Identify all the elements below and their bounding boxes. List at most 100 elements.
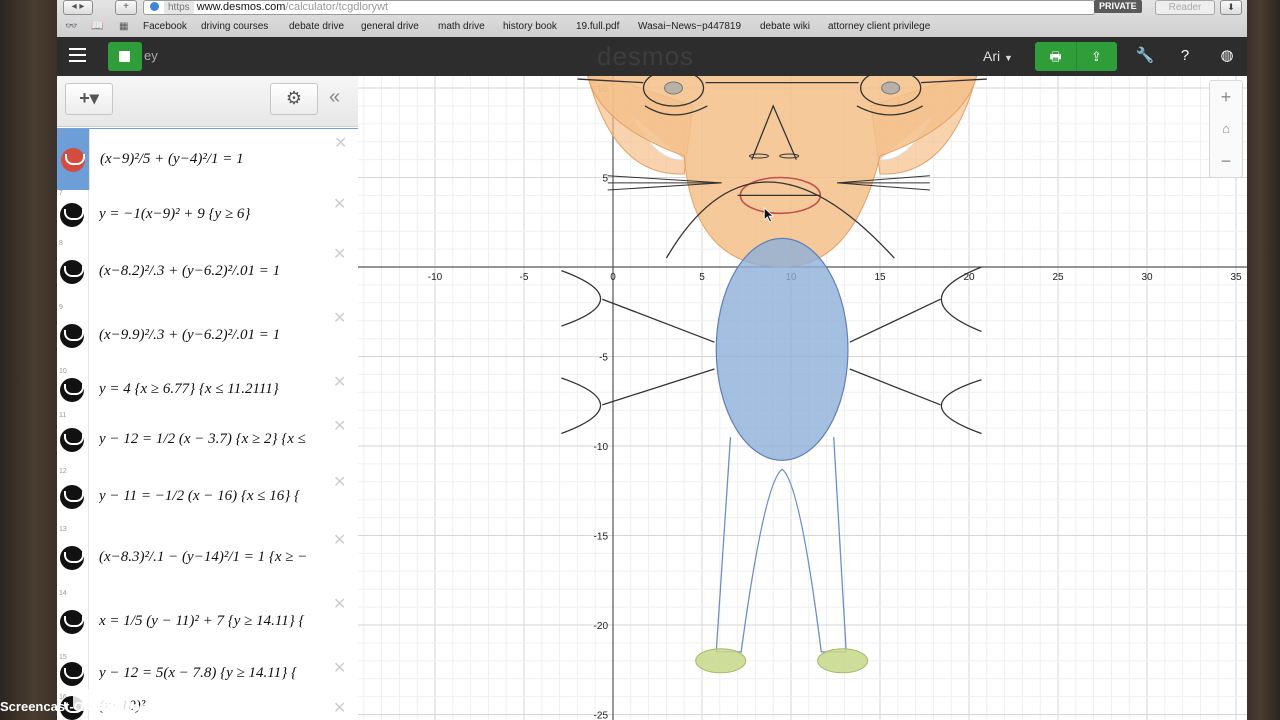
bookmark-general-drive[interactable]: general drive [361,17,419,36]
expression-row[interactable]: 8 (x−8.2)²/.3 + (y−6.2)²/.01 = 1 ✕ [57,240,358,305]
bookmark-driving-courses[interactable]: driving courses [201,17,268,36]
delete-expression-icon[interactable]: ✕ [334,133,347,153]
gear-icon[interactable]: ⚙ [270,83,318,115]
bookmark-history-book[interactable]: history book [503,17,557,36]
globe-icon[interactable]: ◍ [1217,46,1237,66]
new-tab-button[interactable]: + [115,0,137,15]
expression-number: 9 [59,304,63,311]
y-tick-label: -10 [594,442,609,453]
graph-canvas[interactable]: -10-505101520253035105-5-10-15-20-25 [358,76,1247,720]
expression-input[interactable]: (x−8.2)²/.3 + (y−6.2)²/.01 = 1 [99,263,329,280]
graph-paper[interactable]: -10-505101520253035105-5-10-15-20-25 [358,76,1247,720]
back-forward-button[interactable]: ◂ ▸ [63,0,93,15]
graph-toggle-icon[interactable] [60,610,84,634]
expression-index-tab[interactable]: 10 [57,368,89,412]
expression-row[interactable]: 6 (x−9)²/5 + (y−4)²/1 = 1 ✕ [57,128,358,192]
expression-input[interactable]: (x−9.9)²/.3 + (y−6.2)²/.01 = 1 [99,327,329,344]
x-tick-label: 35 [1230,272,1242,283]
expression-index-tab[interactable]: 7 [57,190,89,240]
right-hand-lower [940,379,982,435]
bookmark-pdf[interactable]: 19.full.pdf [576,17,619,36]
graph-toggle-icon[interactable] [60,203,84,227]
download-icon[interactable]: ⬇ [1220,0,1242,15]
expression-input[interactable]: y − 12 = 5(x − 7.8) {y ≥ 14.11} { [99,665,329,682]
delete-expression-icon[interactable]: ✕ [333,658,346,678]
delete-expression-icon[interactable]: ✕ [333,372,346,392]
bookmark-debate-wiki[interactable]: debate wiki [760,17,810,36]
expression-number: 10 [59,368,67,375]
bookmark-debate-drive[interactable]: debate drive [289,17,344,36]
expression-row[interactable]: 7 y = −1(x−9)² + 9 {y ≥ 6} ✕ [57,190,358,241]
expression-index-tab[interactable]: 11 [57,412,89,468]
expression-index-tab[interactable]: 8 [57,240,89,304]
address-bar[interactable]: https www.desmos.com/calculator/tcgdlory… [143,0,1095,15]
delete-expression-icon[interactable]: ✕ [333,594,346,614]
expression-input[interactable]: (x−8.3)²/.1 − (y−14)²/1 = 1 {x ≥ − [99,549,329,566]
expression-row[interactable]: 14 x = 1/5 (y − 11)² + 7 {y ≥ 14.11} {✕ [57,590,358,655]
zoom-in-button[interactable]: + [1210,81,1242,113]
add-expression-button[interactable]: +▾ [65,83,113,115]
delete-expression-icon[interactable]: ✕ [333,472,346,492]
expression-row[interactable]: 11 y − 12 = 1/2 (x − 3.7) {x ≥ 2} {x ≤ ✕ [57,412,358,469]
expression-input[interactable]: y = −1(x−9)² + 9 {y ≥ 6} [99,206,329,223]
x-tick-label: 0 [610,272,616,283]
bookmark-attorney-client[interactable]: attorney client privilege [828,17,930,36]
share-icon[interactable]: ⇪ [1076,42,1117,71]
expression-input[interactable]: (x−9)²/5 + (y−4)²/1 = 1 [100,151,330,168]
graph-title[interactable]: ey [144,48,158,63]
expression-input[interactable]: x = 1/5 (y − 11)² + 7 {y ≥ 14.11} { [99,613,329,630]
reading-list-icon[interactable]: 👓 [65,17,77,36]
expression-row[interactable]: 9 (x−9.9)²/.3 + (y−6.2)²/.01 = 1 ✕ [57,304,358,369]
wrench-icon[interactable]: 🔧 [1135,46,1155,66]
save-button[interactable] [108,42,142,71]
chevron-down-icon: ▼ [1004,53,1013,63]
expression-row[interactable]: 12 y − 11 = −1/2 (x − 16) {x ≤ 16} {✕ [57,468,358,527]
graph-toggle-icon[interactable] [60,324,84,348]
y-tick-label: -25 [594,711,609,720]
zoom-out-button[interactable]: − [1210,145,1242,177]
help-icon[interactable]: ? [1175,46,1195,66]
expression-input[interactable]: y = 4 {x ≥ 6.77} {x ≤ 11.2111} [99,381,329,398]
expression-index-tab[interactable]: 13 [57,526,89,590]
expression-input[interactable]: y − 11 = −1/2 (x − 16) {x ≤ 16} { [99,488,329,505]
user-menu[interactable]: Ari ▼ [983,48,1013,64]
user-name: Ari [983,48,1001,64]
graph-toggle-icon[interactable] [60,662,84,686]
graph-toggle-icon[interactable] [60,260,84,284]
reader-button[interactable]: Reader [1155,0,1215,15]
top-sites-icon[interactable]: ▦ [119,17,128,36]
expression-index-tab[interactable]: 14 [57,590,89,654]
bookmark-wasai-news[interactable]: Wasai~News~p447819 [638,17,741,36]
right-hand-upper [940,266,982,333]
menu-icon[interactable] [69,48,86,63]
desk-background-left [0,0,57,720]
expression-index-tab[interactable]: 9 [57,304,89,368]
expressions-panel: +▾ ⚙ « 6 (x−9)²/5 + (y−4)²/1 = 1 ✕ 7 y = −1(… [57,76,359,720]
graph-toggle-icon[interactable] [60,546,84,570]
expression-number: 12 [59,468,67,475]
delete-expression-icon[interactable]: ✕ [333,194,346,214]
expression-index-tab[interactable]: 6 [58,129,90,191]
expression-input[interactable]: y − 12 = 1/2 (x − 3.7) {x ≥ 2} {x ≤ [99,431,329,448]
delete-expression-icon[interactable]: ✕ [333,308,346,328]
graph-toggle-icon[interactable] [60,428,84,452]
home-icon[interactable]: ⌂ [1210,113,1242,145]
expression-row[interactable]: 13 (x−8.3)²/.1 − (y−14)²/1 = 1 {x ≥ − ✕ [57,526,358,591]
torso [715,237,849,461]
delete-expression-icon[interactable]: ✕ [333,530,346,550]
delete-expression-icon[interactable]: ✕ [333,698,346,718]
expression-index-tab[interactable]: 15 [57,654,89,694]
expression-row[interactable]: 10 y = 4 {x ≥ 6.77} {x ≤ 11.2111} ✕ [57,368,358,413]
collapse-panel-icon[interactable]: « [329,86,340,109]
expression-index-tab[interactable]: 12 [57,468,89,526]
graph-toggle-icon[interactable] [61,148,85,172]
graph-toggle-icon[interactable] [60,378,84,402]
bookmarks-book-icon[interactable]: 📖 [91,17,103,36]
bookmark-facebook[interactable]: Facebook [143,17,187,36]
expression-number: 8 [59,240,63,247]
delete-expression-icon[interactable]: ✕ [333,244,346,264]
graph-toggle-icon[interactable] [60,485,84,509]
print-icon[interactable]: 🖶 [1035,42,1077,71]
bookmark-math-drive[interactable]: math drive [438,17,485,36]
delete-expression-icon[interactable]: ✕ [333,416,346,436]
